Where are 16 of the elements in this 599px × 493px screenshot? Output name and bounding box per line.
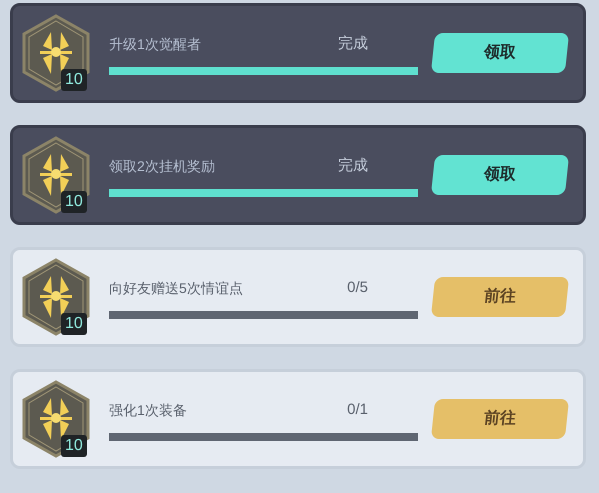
reward-count: 10 [61, 191, 87, 213]
quest-button[interactable]: 领取 [430, 155, 570, 195]
reward-count: 10 [61, 69, 87, 91]
reward-count: 10 [61, 313, 87, 335]
progress-text: 0/1 [347, 400, 368, 420]
quest-button[interactable]: 前往 [430, 277, 570, 317]
progress-text: 完成 [338, 34, 368, 54]
quest-button[interactable]: 前往 [430, 399, 570, 439]
reward-count: 10 [61, 435, 87, 457]
progress-text: 完成 [338, 156, 368, 176]
quest-title: 强化1次装备 [109, 400, 187, 420]
quest-title: 升级1次觉醒者 [109, 34, 201, 54]
quest-title: 向好友赠送5次情谊点 [109, 278, 243, 298]
quest-title: 领取2次挂机奖励 [109, 156, 215, 176]
quest-button[interactable]: 领取 [430, 33, 570, 73]
progress-text: 0/5 [347, 278, 368, 298]
